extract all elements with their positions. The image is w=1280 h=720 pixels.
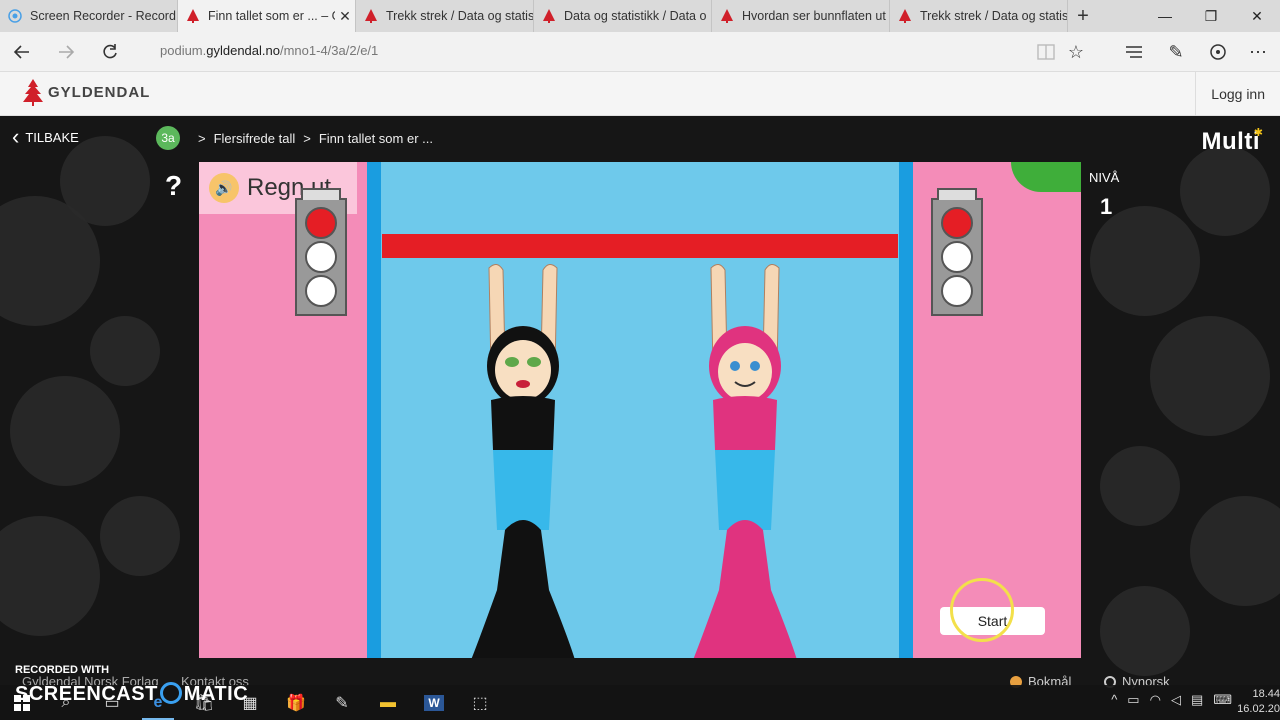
gyldendal-logo[interactable]: GYLDENDAL xyxy=(22,78,150,106)
screen: Screen Recorder - Record Finn tallet som… xyxy=(0,0,1280,720)
gyldendal-tree-icon xyxy=(186,9,200,23)
speaker-icon[interactable]: 🔊 xyxy=(209,173,239,203)
multi-logo: Multi xyxy=(1201,128,1260,155)
breadcrumb-separator: > xyxy=(198,130,206,146)
screencast-o-icon xyxy=(159,682,182,704)
lamp xyxy=(941,275,973,307)
window-controls: — ❐ ✕ xyxy=(1142,0,1280,32)
reading-view-icon[interactable] xyxy=(1034,40,1058,64)
back-label: TILBAKE xyxy=(25,129,79,145)
tab-data-og-statistikk[interactable]: Data og statistikk / Data o xyxy=(534,0,712,32)
notepad-icon[interactable]: ✎ xyxy=(322,688,362,718)
web-note-icon[interactable]: ✎ xyxy=(1164,40,1188,64)
star-icon: ✱ xyxy=(1253,127,1263,139)
screencast-watermark: SCREENCAST MATIC xyxy=(15,682,248,706)
url-prefix: podium. xyxy=(160,43,207,58)
pull-up-bar xyxy=(382,234,898,258)
minimize-button[interactable]: — xyxy=(1142,0,1188,32)
gyldendal-tree-icon xyxy=(364,9,378,23)
tab-screen-recorder[interactable]: Screen Recorder - Record xyxy=(0,0,178,32)
lamp xyxy=(941,241,973,273)
red-lamp xyxy=(941,207,973,239)
wifi-icon[interactable]: ◠ xyxy=(1150,692,1161,708)
gyldendal-tree-icon xyxy=(720,9,734,23)
grade-badge[interactable]: 3a xyxy=(156,126,180,150)
recorded-with-label: RECORDED WITH xyxy=(15,664,110,676)
close-tab-icon[interactable]: ✕ xyxy=(335,8,355,25)
mermaid-pink-figure xyxy=(693,264,797,658)
gyldendal-tree-icon xyxy=(23,79,43,106)
breadcrumb: 3a > Flersifrede tall > Finn tallet som … xyxy=(156,126,433,150)
more-options-icon[interactable]: ⋯ xyxy=(1246,40,1270,64)
chevron-left-icon: ‹ xyxy=(12,124,20,149)
close-window-button[interactable]: ✕ xyxy=(1234,0,1280,32)
restore-button[interactable]: ❐ xyxy=(1188,0,1234,32)
gyldendal-tree-icon xyxy=(542,9,556,23)
site-header: GYLDENDAL Logg inn xyxy=(0,72,1280,116)
taskbar-clock[interactable]: 18.44 16.02.20 xyxy=(1232,687,1280,717)
lamp xyxy=(305,241,337,273)
red-lamp xyxy=(305,207,337,239)
snipping-tool-icon[interactable]: ⬚ xyxy=(460,688,500,718)
tab-trekk-strek[interactable]: Trekk strek / Data og statis xyxy=(356,0,534,32)
logo-text: GYLDENDAL xyxy=(48,83,151,101)
watermark-text: MATIC xyxy=(183,683,249,705)
breadcrumb-item-current: Finn tallet som er ... xyxy=(318,130,433,146)
keyboard-icon[interactable]: ⌨ xyxy=(1213,692,1232,708)
bush-decoration xyxy=(1011,162,1081,192)
file-explorer-icon[interactable]: ▬ xyxy=(368,688,408,718)
level-label: NIVÅ xyxy=(1089,170,1120,185)
tab-title: Finn tallet som er ... – G xyxy=(208,9,335,23)
level-number: 1 xyxy=(1100,194,1113,219)
address-bar: podium.gyldendal.no/mno1-4/3a/2/e/1 ☆ ✎ … xyxy=(0,32,1280,72)
notification-icon[interactable]: ▤ xyxy=(1191,692,1203,708)
cursor-highlight xyxy=(950,578,1014,642)
help-button[interactable]: ? xyxy=(165,170,182,202)
back-link[interactable]: ‹ TILBAKE xyxy=(12,126,79,148)
url-domain: gyldendal.no xyxy=(206,43,280,58)
mermaid-dark-figure xyxy=(471,264,575,658)
url-field[interactable]: podium.gyldendal.no/mno1-4/3a/2/e/1 xyxy=(160,43,378,58)
url-path: /mno1-4/3a/2/e/1 xyxy=(279,43,379,58)
lamp xyxy=(305,275,337,307)
favorite-star-icon[interactable]: ☆ xyxy=(1064,40,1088,64)
breadcrumb-separator: > xyxy=(303,130,311,146)
tab-title: Screen Recorder - Record xyxy=(30,9,176,23)
refresh-icon[interactable] xyxy=(96,38,124,66)
volume-icon[interactable]: ◁ xyxy=(1171,692,1181,708)
login-button[interactable]: Logg inn xyxy=(1195,72,1280,116)
tab-title: Trekk strek / Data og statis xyxy=(920,9,1067,23)
system-tray: ^ ▭ ◠ ◁ ▤ ⌨ xyxy=(1111,692,1232,708)
gift-icon[interactable]: 🎁 xyxy=(276,688,316,718)
tab-trekk-strek-2[interactable]: Trekk strek / Data og statis xyxy=(890,0,1068,32)
traffic-light-right xyxy=(931,188,983,316)
word-icon[interactable]: W xyxy=(414,688,454,718)
tab-title: Hvordan ser bunnflaten ut xyxy=(742,9,886,23)
watermark-text: SCREENCAST xyxy=(15,683,158,705)
gyldendal-tree-icon xyxy=(898,9,912,23)
traffic-light-left xyxy=(295,188,347,316)
back-arrow-icon[interactable] xyxy=(8,38,36,66)
game-canvas[interactable]: 🔊 Regn ut. xyxy=(199,162,1081,658)
forward-arrow-icon[interactable] xyxy=(52,38,80,66)
clock-date: 16.02.20 xyxy=(1237,703,1280,715)
battery-icon[interactable]: ▭ xyxy=(1127,692,1139,708)
chevron-up-icon[interactable]: ^ xyxy=(1111,692,1117,708)
tab-finn-tallet[interactable]: Finn tallet som er ... – G ✕ xyxy=(178,0,356,32)
hub-menu-icon[interactable] xyxy=(1122,40,1146,64)
screen-recorder-icon xyxy=(8,9,22,23)
tab-title: Trekk strek / Data og statis xyxy=(386,9,533,23)
tab-hvordan-ser[interactable]: Hvordan ser bunnflaten ut xyxy=(712,0,890,32)
clock-time: 18.44 xyxy=(1252,688,1280,700)
share-icon[interactable] xyxy=(1206,40,1230,64)
browser-tab-bar: Screen Recorder - Record Finn tallet som… xyxy=(0,0,1280,32)
breadcrumb-item[interactable]: Flersifrede tall xyxy=(214,131,296,146)
tab-title: Data og statistikk / Data o xyxy=(564,9,707,23)
new-tab-button[interactable]: + xyxy=(1068,0,1098,32)
